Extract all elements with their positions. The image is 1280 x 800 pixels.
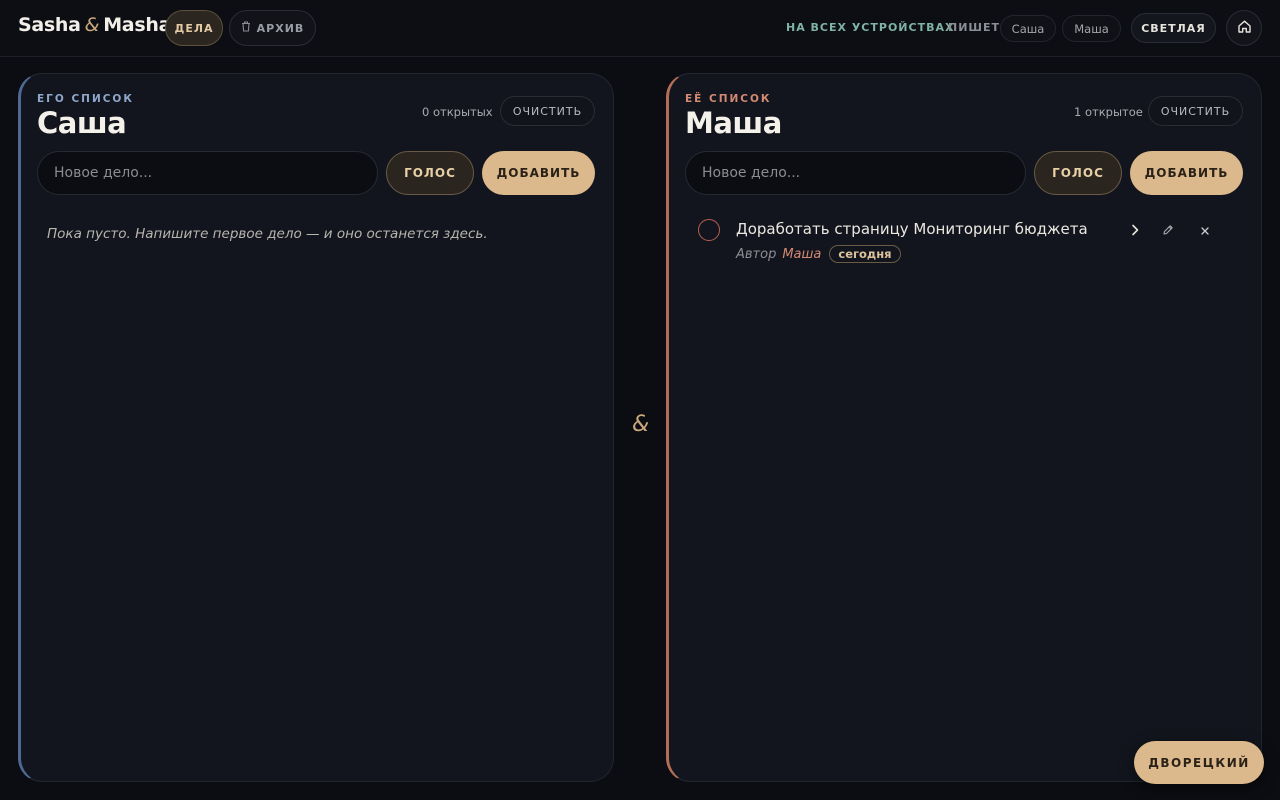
task-complete-checkbox[interactable] xyxy=(698,219,720,241)
hers-list-panel: ЕЁ СПИСОК Маша 1 открытое ОЧИСТИТЬ ГОЛОС… xyxy=(666,73,1262,782)
writer-masha-button[interactable]: Маша xyxy=(1062,15,1121,42)
his-new-task-input[interactable] xyxy=(37,151,378,195)
task-item: Доработать страницу Мониторинг бюджета А… xyxy=(685,214,1245,274)
task-delete-button[interactable] xyxy=(1193,218,1217,242)
task-author-label: Автор xyxy=(736,246,777,262)
his-clear-button[interactable]: ОЧИСТИТЬ xyxy=(500,96,595,126)
close-icon xyxy=(1200,221,1210,240)
chevron-right-icon xyxy=(1130,221,1140,240)
tab-archive[interactable]: АРХИВ xyxy=(229,10,316,46)
hers-new-task-input[interactable] xyxy=(685,151,1026,195)
brand-right: Masha xyxy=(103,14,172,36)
task-author: Маша xyxy=(782,246,822,262)
home-icon xyxy=(1237,19,1252,38)
tab-tasks[interactable]: ДЕЛА xyxy=(165,10,223,46)
home-button[interactable] xyxy=(1226,10,1262,46)
brand-ampersand: & xyxy=(84,14,100,36)
task-move-button[interactable] xyxy=(1123,218,1147,242)
his-list-eyebrow: ЕГО СПИСОК xyxy=(37,93,134,105)
his-open-count: 0 открытых xyxy=(422,105,493,119)
sync-status: НА ВСЕХ УСТРОЙСТВАХ xyxy=(786,21,955,34)
his-list-name: Саша xyxy=(37,106,127,140)
hers-add-button[interactable]: ДОБАВИТЬ xyxy=(1130,151,1243,195)
hers-voice-button[interactable]: ГОЛОС xyxy=(1034,151,1122,195)
task-edit-button[interactable] xyxy=(1156,218,1180,242)
hers-list-eyebrow: ЕЁ СПИСОК xyxy=(685,93,772,105)
tab-tasks-label: ДЕЛА xyxy=(174,21,214,35)
tab-archive-label: АРХИВ xyxy=(256,21,305,35)
hers-clear-button[interactable]: ОЧИСТИТЬ xyxy=(1148,96,1243,126)
his-add-button[interactable]: ДОБАВИТЬ xyxy=(482,151,595,195)
task-meta: Автор Маша сегодня xyxy=(736,245,901,263)
top-bar: Sasha & Masha ДЕЛА АРХИВ НА ВСЕХ УСТРОЙСТВ… xyxy=(0,0,1280,57)
theme-toggle-button[interactable]: СВЕТЛАЯ xyxy=(1131,13,1216,43)
app-logo[interactable]: Sasha & Masha xyxy=(18,14,171,36)
hers-open-count: 1 открытое xyxy=(1074,105,1143,119)
pencil-icon xyxy=(1162,221,1174,240)
task-title[interactable]: Доработать страницу Мониторинг бюджета xyxy=(736,220,1088,238)
his-empty-state: Пока пусто. Напишите первое дело — и оно… xyxy=(47,226,488,242)
brand-left: Sasha xyxy=(18,14,81,36)
divider-ampersand: & xyxy=(632,412,650,437)
writer-label: ПИШЕТ xyxy=(948,21,1001,34)
his-list-panel: ЕГО СПИСОК Саша 0 открытых ОЧИСТИТЬ ГОЛО… xyxy=(18,73,614,782)
his-voice-button[interactable]: ГОЛОС xyxy=(386,151,474,195)
butler-button[interactable]: ДВОРЕЦКИЙ xyxy=(1134,741,1264,784)
hers-list-name: Маша xyxy=(685,106,782,140)
writer-sasha-button[interactable]: Саша xyxy=(1000,15,1056,42)
trash-icon xyxy=(241,21,251,35)
task-date-badge: сегодня xyxy=(829,245,901,263)
